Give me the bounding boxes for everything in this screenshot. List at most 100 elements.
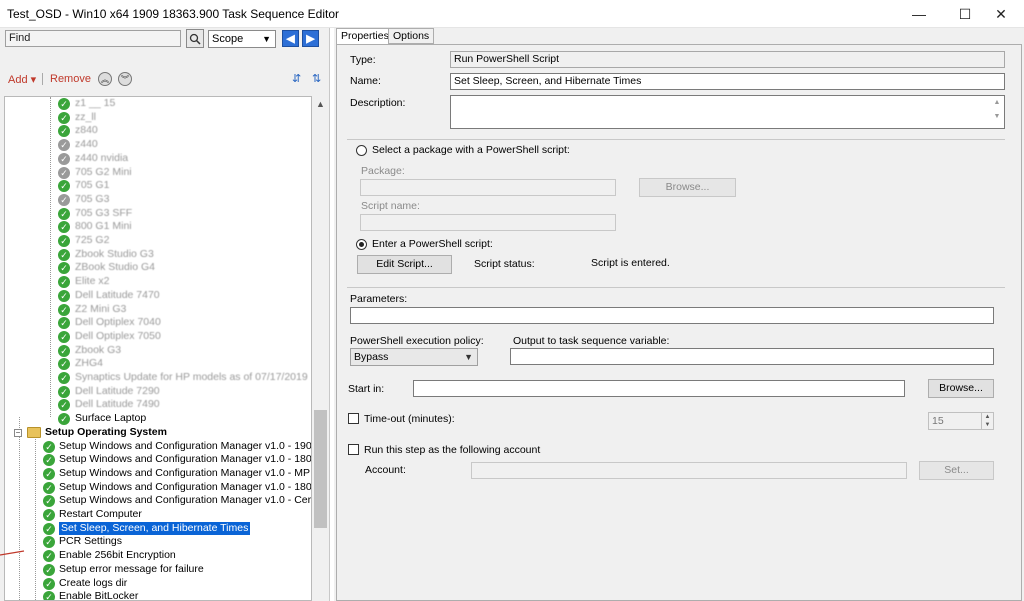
move-up-button[interactable]: ︽ bbox=[98, 72, 112, 86]
run-as-account-checkbox[interactable] bbox=[348, 444, 359, 455]
divider bbox=[347, 287, 1005, 288]
tree-item[interactable]: ✓ Setup Windows and Configuration Manager… bbox=[5, 440, 311, 454]
description-field[interactable]: ▲ ▼ bbox=[450, 95, 1005, 129]
execution-policy-dropdown[interactable]: Bypass ▼ bbox=[350, 348, 478, 366]
script-name-label: Script name: bbox=[361, 200, 420, 212]
check-icon: ✓ bbox=[58, 180, 70, 193]
tree-item-label: Elite x2 bbox=[75, 275, 110, 288]
check-icon: ✓ bbox=[58, 125, 70, 138]
tree-item[interactable]: ✓ Elite x2 bbox=[5, 275, 305, 289]
collapse-icon[interactable]: − bbox=[14, 428, 22, 437]
disabled-step-icon: ✓ bbox=[58, 193, 70, 206]
find-input[interactable]: Find bbox=[5, 30, 181, 47]
find-next-button[interactable]: ▶ bbox=[302, 30, 319, 47]
tree-item-label: Synaptics Update for HP models as of 07/… bbox=[75, 371, 308, 383]
tree-item[interactable]: ✓ 705 G3 bbox=[5, 193, 305, 207]
check-icon: ✓ bbox=[43, 536, 55, 549]
run-as-account-label[interactable]: Run this step as the following account bbox=[364, 444, 540, 456]
tree-item[interactable]: ✓ z840 bbox=[5, 124, 305, 138]
tree-item-label: Setup Windows and Configuration Manager … bbox=[59, 453, 312, 466]
tree-item-label: Enable BitLocker bbox=[59, 590, 139, 601]
tree-item[interactable]: ✓ Setup Windows and Configuration Manager… bbox=[5, 453, 311, 467]
script-name-field bbox=[360, 214, 616, 231]
move-down-button[interactable]: ︾ bbox=[118, 72, 132, 86]
chevron-down-icon: ▼ bbox=[262, 34, 271, 44]
radio-select-package[interactable] bbox=[356, 145, 367, 156]
tree-group[interactable]: − Setup Operating System bbox=[5, 426, 305, 440]
check-icon: ✓ bbox=[58, 248, 70, 261]
radio-select-package-label[interactable]: Select a package with a PowerShell scrip… bbox=[372, 144, 570, 156]
tree-item[interactable]: ✓ z440 bbox=[5, 138, 305, 152]
scope-dropdown[interactable]: Scope ▼ bbox=[208, 30, 276, 48]
tree-item[interactable]: ✓ Enable BitLocker bbox=[5, 590, 305, 601]
output-variable-field[interactable] bbox=[510, 348, 994, 365]
tree-item-label: Setup error message for failure bbox=[59, 562, 204, 575]
tree-item[interactable]: ✓ ZHG4 bbox=[5, 357, 305, 371]
tree-scrollbar[interactable]: ▲ bbox=[312, 96, 329, 601]
properties-panel: Type: Run PowerShell Script Name: Set Sl… bbox=[336, 44, 1022, 601]
add-label: Add bbox=[8, 74, 28, 86]
check-icon: ✓ bbox=[58, 399, 70, 412]
package-label: Package: bbox=[361, 165, 405, 177]
tree-item[interactable]: ✓ 705 G2 Mini bbox=[5, 166, 305, 180]
tree-item-selected[interactable]: ✓ Set Sleep, Screen, and Hibernate Times bbox=[5, 520, 305, 537]
tree-item[interactable]: ✓ Setup error message for failure bbox=[5, 563, 305, 577]
execution-policy-value: Bypass bbox=[354, 351, 389, 363]
close-button[interactable]: ✕ bbox=[978, 0, 1024, 28]
task-sequence-tree[interactable]: ✓ z1 __ 15 ✓ zz_ll ✓ z840 ✓ z440 ✓ z440 nvidia ✓ 70… bbox=[4, 96, 312, 601]
search-button[interactable] bbox=[186, 29, 204, 48]
tree-item[interactable]: ✓ Setup Windows and Configuration Manager… bbox=[5, 481, 311, 495]
tree-item[interactable]: ✓ zz_ll bbox=[5, 111, 305, 125]
tree-item[interactable]: ✓ 705 G1 bbox=[5, 179, 305, 193]
type-label: Type: bbox=[350, 54, 376, 66]
collapse-all-icon[interactable]: ⇅ bbox=[312, 72, 326, 86]
browse-start-in-button[interactable]: Browse... bbox=[928, 379, 994, 398]
timeout-spinner: 15 ▲ ▼ bbox=[928, 412, 994, 430]
disabled-step-icon: ✓ bbox=[58, 166, 70, 179]
description-scrollbar[interactable]: ▲ ▼ bbox=[990, 96, 1004, 128]
tree-item[interactable]: ✓ Setup Windows and Configuration Manager… bbox=[5, 494, 311, 508]
spinner-arrows-icon: ▲ ▼ bbox=[981, 413, 993, 429]
remove-button[interactable]: Remove bbox=[50, 73, 91, 85]
start-in-field[interactable] bbox=[413, 380, 905, 397]
tree-item[interactable]: ✓ Synaptics Update for HP models as of 07… bbox=[5, 371, 308, 385]
tree-item[interactable]: ✓ Setup Windows and Configuration Manager… bbox=[5, 467, 310, 481]
name-field[interactable]: Set Sleep, Screen, and Hibernate Times bbox=[450, 73, 1005, 90]
divider bbox=[347, 139, 1005, 140]
tree-item[interactable]: ✓ Zbook Studio G3 bbox=[5, 248, 305, 262]
radio-enter-script[interactable] bbox=[356, 239, 367, 250]
radio-enter-script-label[interactable]: Enter a PowerShell script: bbox=[372, 238, 493, 250]
check-icon: ✓ bbox=[43, 563, 55, 576]
tab-properties[interactable]: Properties bbox=[336, 28, 394, 45]
tree-item[interactable]: ✓ Z2 Mini G3 bbox=[5, 303, 305, 317]
tree-item[interactable]: ✓ Restart Computer bbox=[5, 508, 305, 522]
tree-item[interactable]: ✓ 705 G3 SFF bbox=[5, 207, 305, 221]
scroll-thumb[interactable] bbox=[314, 410, 327, 528]
add-menu-button[interactable]: Add ▾ bbox=[8, 73, 36, 86]
tree-item[interactable]: ✓ PCR Settings bbox=[5, 535, 305, 549]
tree-item[interactable]: ✓ z1 __ 15 bbox=[5, 97, 305, 111]
scroll-up-icon[interactable]: ▲ bbox=[312, 96, 329, 113]
check-icon: ✓ bbox=[43, 577, 55, 590]
tab-options[interactable]: Options bbox=[388, 28, 435, 44]
expand-all-icon[interactable]: ⇵ bbox=[292, 72, 306, 86]
find-previous-button[interactable]: ◀ bbox=[282, 30, 299, 47]
tree-item[interactable]: ✓ Zbook G3 bbox=[5, 344, 305, 358]
tree-item[interactable]: ✓ Dell Latitude 7490 bbox=[5, 398, 305, 412]
tree-item[interactable]: ✓ Dell Latitude 7470 bbox=[5, 289, 305, 303]
tree-item[interactable]: ✓ ZBook Studio G4 bbox=[5, 261, 305, 275]
tree-item[interactable]: ✓ 725 G2 bbox=[5, 234, 305, 248]
tree-item[interactable]: ✓ Surface Laptop bbox=[5, 412, 305, 426]
tree-item[interactable]: ✓ z440 nvidia bbox=[5, 152, 305, 166]
timeout-checkbox[interactable] bbox=[348, 413, 359, 424]
tree-item[interactable]: ✓ Enable 256bit Encryption bbox=[5, 549, 305, 563]
minimize-button[interactable]: — bbox=[896, 0, 942, 28]
tree-item[interactable]: ✓ Dell Optiplex 7050 bbox=[5, 330, 305, 344]
edit-script-button[interactable]: Edit Script... bbox=[357, 255, 452, 274]
parameters-field[interactable] bbox=[350, 307, 994, 324]
tree-item[interactable]: ✓ Create logs dir bbox=[5, 577, 305, 591]
timeout-label[interactable]: Time-out (minutes): bbox=[364, 413, 455, 425]
tree-item[interactable]: ✓ Dell Latitude 7290 bbox=[5, 385, 305, 399]
tree-item[interactable]: ✓ Dell Optiplex 7040 bbox=[5, 316, 305, 330]
tree-item[interactable]: ✓ 800 G1 Mini bbox=[5, 220, 305, 234]
